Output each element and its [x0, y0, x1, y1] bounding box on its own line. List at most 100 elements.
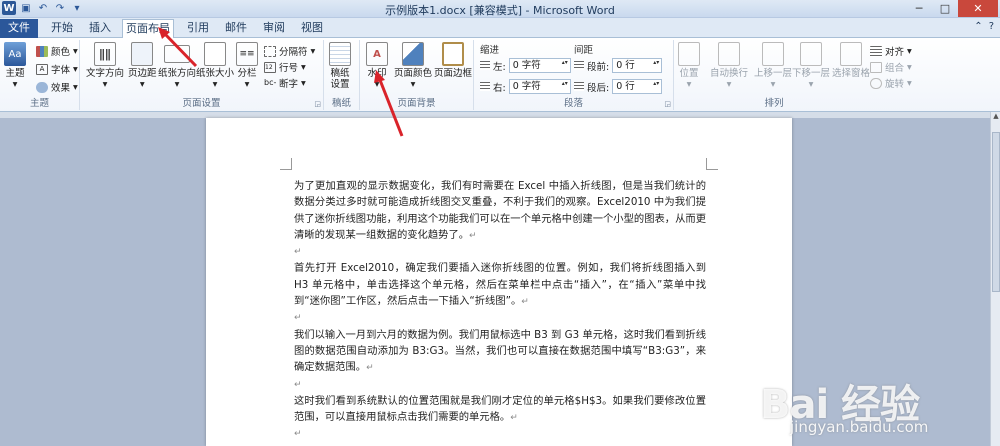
size-button[interactable]: 纸张大小 ▾ [196, 42, 234, 90]
paragraph[interactable]: 这时我们看到系统默认的位置范围就是我们刚才定位的单元格$H$3。如果我们要修改位… [294, 393, 706, 427]
window-title: 示例版本1.docx [兼容模式] - Microsoft Word [385, 4, 615, 17]
spacing-before-input[interactable]: 0 行 [612, 58, 663, 73]
wrap-text-button[interactable]: 自动换行 ▾ [710, 42, 748, 90]
breaks-icon [264, 45, 276, 57]
theme-colors-button[interactable]: 颜色 ▾ [36, 44, 78, 58]
spacing-before-icon [574, 61, 584, 70]
align-button[interactable]: 对齐 ▾ [870, 44, 912, 58]
group-label: 页面设置 [182, 98, 221, 109]
bring-forward-button[interactable]: 上移一层 ▾ [754, 42, 792, 90]
tab-mailings[interactable]: 邮件 [218, 19, 254, 38]
text-direction-button[interactable]: ǁǁ 文字方向 ▾ [86, 42, 124, 90]
tab-home[interactable]: 开始 [44, 19, 80, 38]
theme-effects-button[interactable]: 效果 ▾ [36, 80, 78, 94]
tab-insert[interactable]: 插入 [82, 19, 118, 38]
page-borders-icon [442, 42, 464, 66]
group-icon [870, 61, 882, 73]
fonts-icon: A [36, 63, 48, 75]
selection-pane-button[interactable]: 选择窗格 [832, 42, 870, 79]
tab-view[interactable]: 视图 [294, 19, 330, 38]
empty-paragraph[interactable]: ↵ [294, 377, 706, 393]
orientation-button[interactable]: 纸张方向 ▾ [158, 42, 196, 90]
help-icon[interactable]: ? [989, 21, 994, 32]
arrange-group: 位置 ▾ 自动换行 ▾ 上移一层 ▾ 下移一层 ▾ 选择窗格 对齐▾ 组合▾ [674, 40, 914, 110]
group-label: 段落 [563, 98, 583, 109]
columns-button[interactable]: ≡≡ 分栏 ▾ [236, 42, 258, 90]
tab-review[interactable]: 审阅 [256, 19, 292, 38]
watermark-button[interactable]: A 水印 ▾ [366, 42, 388, 90]
maximize-icon[interactable]: □ [932, 0, 958, 17]
theme-fonts-button[interactable]: A 字体 ▾ [36, 62, 78, 76]
empty-paragraph[interactable]: ↵ [294, 310, 706, 326]
align-icon [870, 45, 882, 57]
scrollbar-thumb[interactable] [992, 132, 1000, 292]
indent-heading: 缩进 [480, 45, 500, 56]
rotate-icon [870, 77, 882, 89]
send-backward-icon [800, 42, 822, 66]
indent-left: 左: 0 字符 [480, 58, 571, 73]
spacing-heading: 间距 [574, 45, 594, 56]
group-label: 排列 [764, 98, 784, 109]
page-color-button[interactable]: 页面颜色 ▾ [394, 42, 432, 90]
spacing-after-icon [574, 82, 584, 91]
close-icon[interactable]: ✕ [958, 0, 998, 17]
minimize-icon[interactable]: ─ [906, 0, 932, 17]
tab-file[interactable]: 文件 [0, 19, 38, 38]
scroll-up-icon[interactable]: ▲ [991, 112, 1000, 122]
paragraph-group: 缩进 间距 左: 0 字符 右: 0 字符 段前: 0 行 段后: 0 行 段落… [474, 40, 674, 110]
spacing-before: 段前: 0 行 [574, 58, 663, 73]
crop-mark-top-left [280, 158, 292, 170]
page-color-icon [402, 42, 424, 66]
empty-paragraph[interactable]: ↵ [294, 244, 706, 260]
effects-icon [36, 81, 48, 93]
indent-left-input[interactable]: 0 字符 [508, 58, 571, 73]
watermark-icon: A [366, 42, 388, 66]
page-borders-button[interactable]: 页面边框 [434, 42, 472, 79]
send-backward-button[interactable]: 下移一层 ▾ [792, 42, 830, 90]
group-objects-button[interactable]: 组合 ▾ [870, 60, 912, 74]
orientation-icon [164, 45, 190, 63]
draft-paper-group: 稿纸 设置 稿纸 [324, 40, 360, 110]
minimize-ribbon-icon[interactable]: ⌃ [974, 21, 982, 32]
selection-pane-icon [840, 42, 862, 66]
line-numbers-button[interactable]: 12 行号 ▾ [264, 60, 306, 74]
page-background-group: A 水印 ▾ 页面颜色 ▾ 页面边框 页面背景 [360, 40, 474, 110]
document-page[interactable]: 为了更加直观的显示数据变化，我们有时需要在 Excel 中插入折线图，但是当我们… [206, 118, 792, 446]
indent-right: 右: 0 字符 [480, 79, 571, 94]
page-setup-group: ǁǁ 文字方向 ▾ 页边距 ▾ 纸张方向 ▾ 纸张大小 ▾ ≡≡ 分栏 ▾ 分隔… [80, 40, 324, 110]
tab-page-layout[interactable]: 页面布局 [122, 19, 174, 38]
paragraph[interactable]: 首先打开 Excel2010，确定我们要插入迷你折线图的位置。例如，我们将折线图… [294, 260, 706, 310]
window-controls: ─ □ ✕ [906, 0, 998, 17]
indent-left-icon [480, 61, 490, 70]
position-button[interactable]: 位置 ▾ [678, 42, 700, 90]
breaks-button[interactable]: 分隔符 ▾ [264, 44, 315, 58]
paragraph[interactable]: 为了更加直观的显示数据变化，我们有时需要在 Excel 中插入折线图，但是当我们… [294, 178, 706, 244]
margins-icon [131, 42, 154, 66]
indent-right-icon [480, 82, 490, 91]
tab-references[interactable]: 引用 [180, 19, 216, 38]
paper-size-icon [204, 42, 226, 66]
themes-group: Aa 主题 ▾ 颜色 ▾ A 字体 ▾ 效果 ▾ 主题 [0, 40, 80, 110]
empty-paragraph[interactable]: ↵ [294, 426, 706, 442]
document-body[interactable]: 为了更加直观的显示数据变化，我们有时需要在 Excel 中插入折线图，但是当我们… [294, 178, 706, 446]
baidu-jingyan-watermark: Bai 经验 jingyan.baidu.com [760, 372, 960, 442]
hyphenation-icon: bc- [264, 77, 277, 87]
bring-forward-icon [762, 42, 784, 66]
indent-right-input[interactable]: 0 字符 [508, 79, 571, 94]
spacing-after-input[interactable]: 0 行 [612, 79, 663, 94]
themes-button[interactable]: Aa 主题 ▾ [4, 42, 26, 90]
text-direction-icon: ǁǁ [94, 42, 116, 66]
rotate-button[interactable]: 旋转 ▾ [870, 76, 912, 90]
page-setup-launcher-icon[interactable]: ◲ [314, 100, 321, 108]
hyphenation-button[interactable]: bc- 断字 ▾ [264, 76, 306, 91]
paragraph-launcher-icon[interactable]: ◲ [664, 100, 671, 108]
paragraph[interactable]: 我们以输入一月到六月的数据为例。我们用鼠标选中 B3 到 G3 单元格，这时我们… [294, 327, 706, 377]
title-bar: W ▣ ↶ ↷ ▾ 示例版本1.docx [兼容模式] - Microsoft … [0, 0, 1000, 18]
ribbon: Aa 主题 ▾ 颜色 ▾ A 字体 ▾ 效果 ▾ 主题 ǁǁ 文字方向 ▾ 页边距 ▾ [0, 38, 1000, 112]
margins-button[interactable]: 页边距 ▾ [128, 42, 157, 90]
themes-icon: Aa [4, 42, 26, 66]
position-icon [678, 42, 700, 66]
vertical-scrollbar[interactable]: ▲ [990, 112, 1000, 446]
columns-icon: ≡≡ [236, 42, 258, 66]
draft-setup-button[interactable]: 稿纸 设置 [329, 42, 351, 90]
